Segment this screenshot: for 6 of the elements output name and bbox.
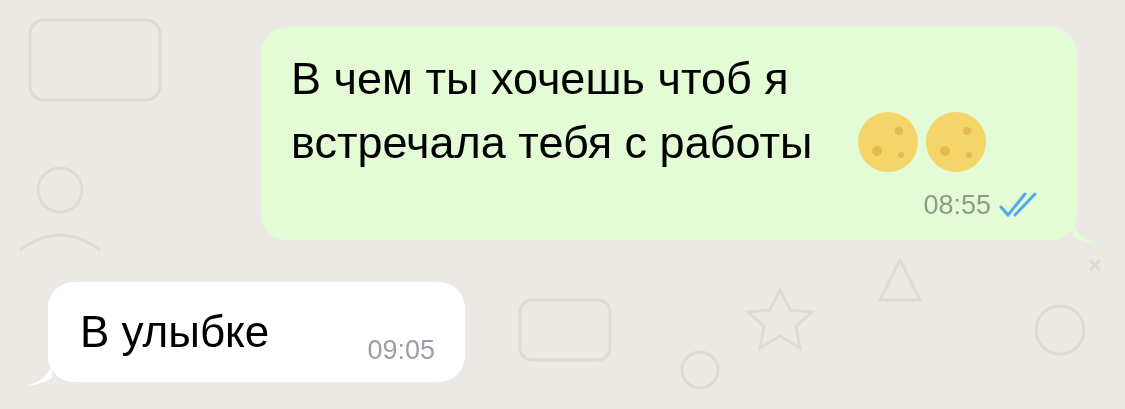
message-time: 08:55 — [923, 189, 991, 222]
message-text: В чем ты хочешь чтоб я встречала тебя с работы — [291, 52, 814, 170]
moon-icon — [857, 111, 919, 173]
message-time: 09:05 — [367, 334, 435, 368]
moon-icon — [925, 111, 987, 173]
message-text: В улыбке — [80, 305, 270, 358]
